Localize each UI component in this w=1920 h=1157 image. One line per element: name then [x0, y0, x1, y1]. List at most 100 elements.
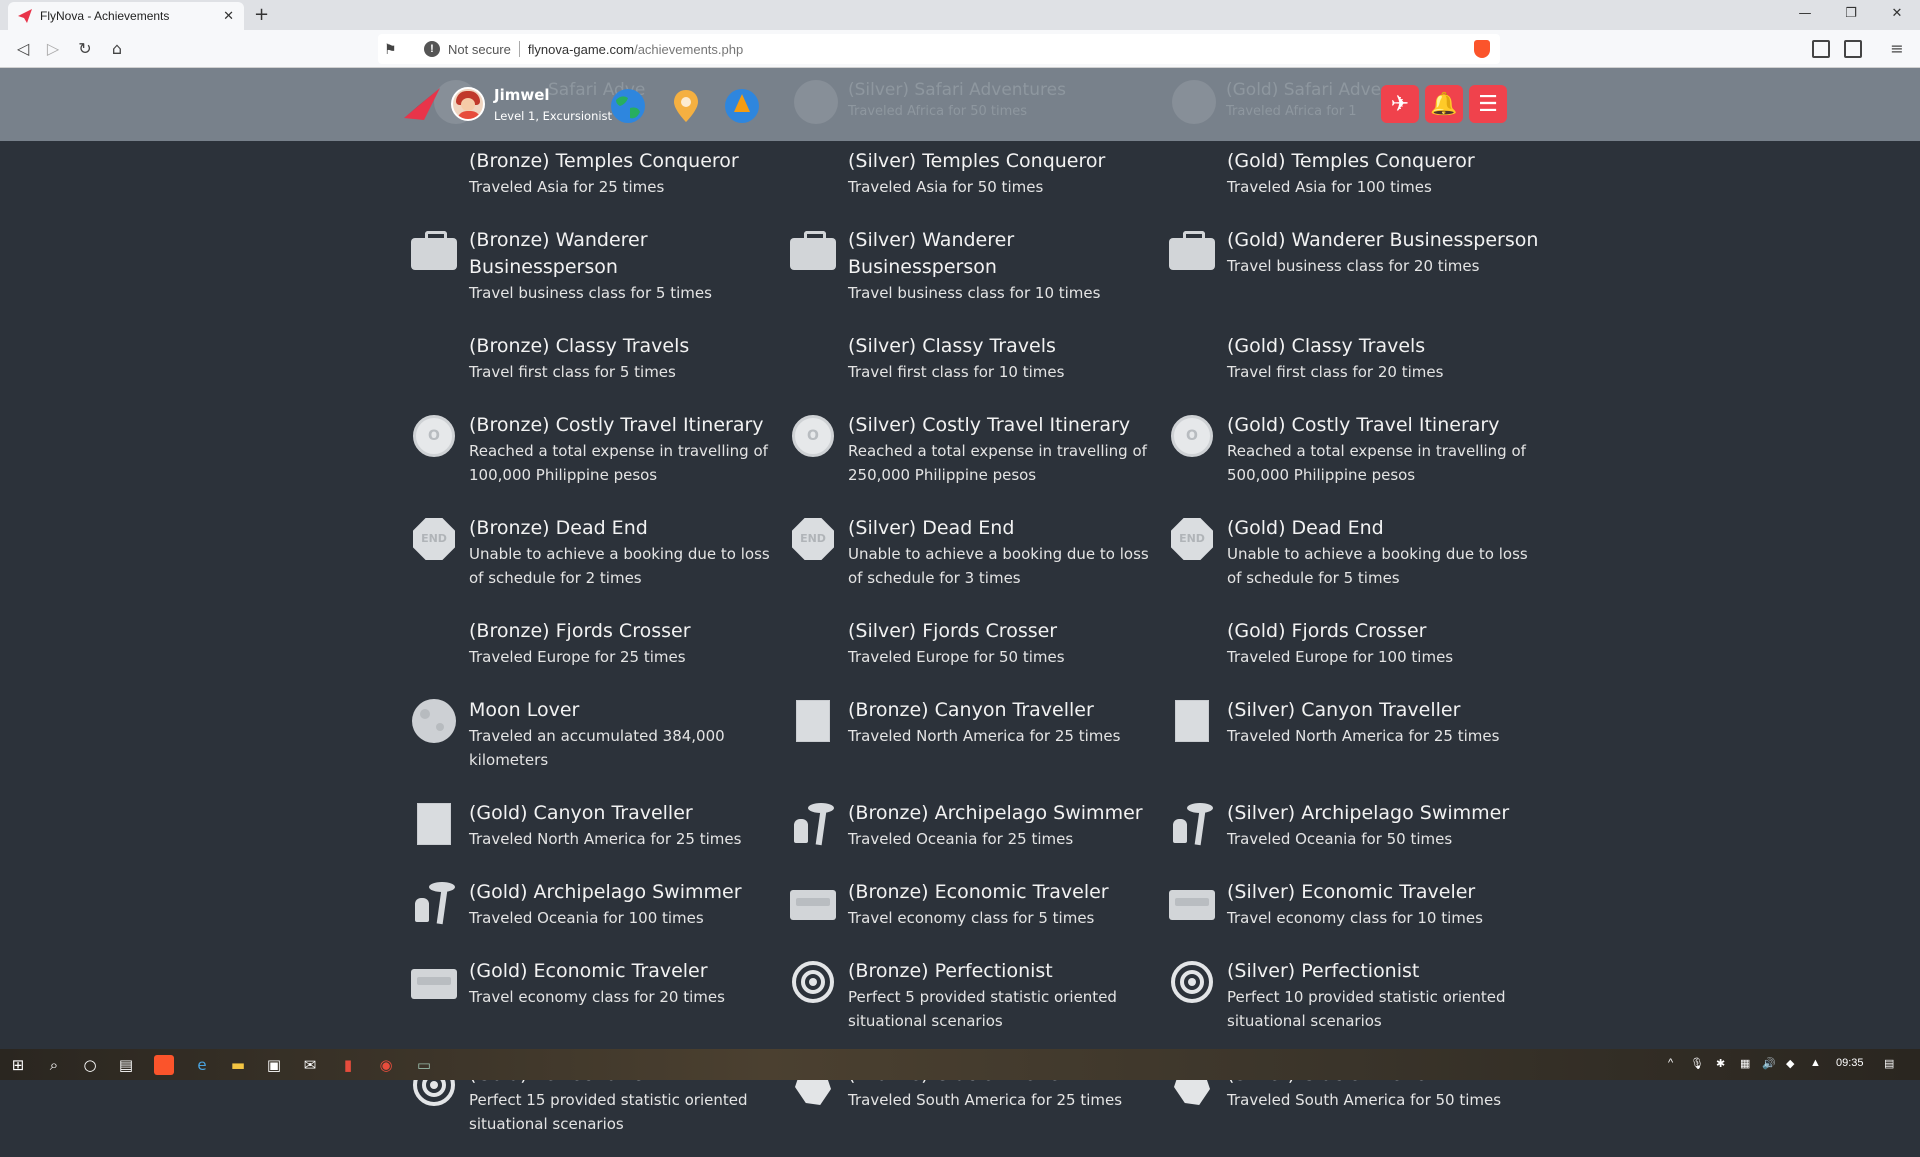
file-explorer-icon[interactable]: ▬ [228, 1055, 248, 1075]
target-icon [1167, 958, 1217, 1006]
palm-icon [788, 800, 838, 848]
achievement-item: (Bronze) Fjords Crosser Traveled Europe f… [409, 611, 788, 690]
browser-tab-bar: FlyNova - Achievements ✕ + — ❐ ✕ [0, 0, 1920, 30]
achievement-item: (Bronze) Temples Conqueror Traveled Asia … [409, 141, 788, 220]
target-icon [788, 958, 838, 1006]
reader-mode-icon[interactable] [1844, 40, 1862, 58]
achievement-description: Reached a total expense in travelling of… [848, 442, 1147, 484]
achievement-name: (Bronze) Fjords Crosser [469, 620, 691, 642]
achievement-item: (Gold) Economic Traveler Travel economy c… [409, 951, 788, 1054]
browser-menu-icon[interactable]: ≡ [1886, 38, 1908, 60]
browser-tab[interactable]: FlyNova - Achievements ✕ [8, 2, 244, 30]
brave-browser-icon[interactable] [154, 1055, 174, 1075]
terminal-icon[interactable]: ▭ [414, 1055, 434, 1075]
achievement-name: (Silver) Wanderer Businessperson [848, 229, 1015, 278]
clock[interactable]: 09:35 [1836, 1057, 1864, 1069]
home-icon[interactable]: ⌂ [106, 38, 128, 60]
achievement-description: Traveled Oceania for 25 times [848, 830, 1074, 848]
seat-icon [409, 958, 459, 1006]
achievement-name: (Gold) Economic Traveler [469, 960, 708, 982]
stop-icon: END [788, 515, 838, 563]
map-pin-icon[interactable] [668, 88, 704, 124]
page-header: Safari Adve (Silver) Safari Adventures Tr… [0, 68, 1920, 141]
url-host: flynova-game.com [527, 41, 635, 57]
task-view-icon[interactable]: ▤ [116, 1055, 136, 1075]
brave-shield-icon[interactable] [1474, 40, 1490, 58]
ghost-achievement-icon [1172, 80, 1216, 124]
windows-start-icon[interactable]: ⊞ [8, 1055, 28, 1075]
achievement-description: Traveled South America for 50 times [1227, 1091, 1502, 1109]
achievement-description: Travel first class for 5 times [469, 363, 676, 381]
achievement-description: Traveled North America for 25 times [1227, 727, 1500, 745]
achievement-description: Travel business class for 20 times [1227, 257, 1480, 275]
coin-icon: O [409, 412, 459, 460]
reload-icon[interactable]: ↻ [74, 38, 96, 60]
search-icon[interactable]: ⌕ [44, 1055, 64, 1075]
nvidia-icon[interactable]: ▲ [1810, 1057, 1821, 1069]
avatar[interactable] [451, 87, 485, 121]
achievement-name: (Bronze) Temples Conqueror [469, 150, 739, 172]
window-close-button[interactable]: ✕ [1874, 0, 1920, 30]
window-maximize-button[interactable]: ❐ [1828, 0, 1874, 30]
separator [518, 41, 520, 57]
mail-icon[interactable]: ✉ [300, 1055, 320, 1075]
globe-icon[interactable] [610, 88, 646, 124]
recorder-icon[interactable]: ◉ [376, 1055, 396, 1075]
achievement-item: (Gold) Archipelago Swimmer Traveled Ocean… [409, 872, 788, 951]
bluetooth-icon[interactable]: ✱ [1716, 1057, 1725, 1070]
flight-button[interactable]: ✈ [1381, 85, 1419, 123]
bookmark-icon[interactable]: ⚑ [384, 41, 406, 58]
tray-chevron-icon[interactable]: ^ [1668, 1057, 1673, 1069]
achievement-item: (Bronze) Classy Travels Travel first clas… [409, 326, 788, 405]
achievement-item: (Gold) Classy Travels Travel first class … [1167, 326, 1539, 405]
achievement-description: Travel economy class for 20 times [469, 988, 725, 1006]
achievement-name: (Bronze) Costly Travel Itinerary [469, 414, 764, 436]
achievement-description: Travel economy class for 5 times [848, 909, 1095, 927]
achievement-name: (Silver) Classy Travels [848, 335, 1056, 357]
cortana-icon[interactable]: ○ [80, 1055, 100, 1075]
achievement-item: O (Silver) Costly Travel Itinerary Reached… [788, 405, 1167, 508]
edge-icon[interactable]: e [192, 1055, 212, 1075]
achievement-item: END (Gold) Dead End Unable to achieve a bo… [1167, 508, 1539, 611]
achievement-item: (Bronze) Perfectionist Perfect 5 provided… [788, 951, 1167, 1054]
address-bar[interactable]: ⚑ ! Not secure flynova-game.com/achievem… [378, 34, 1500, 64]
info-icon[interactable]: ! [424, 41, 440, 57]
achievement-name: (Gold) Fjords Crosser [1227, 620, 1427, 642]
achievement-item: (Silver) Perfectionist Perfect 10 provide… [1167, 951, 1539, 1054]
achievement-item: (Gold) Canyon Traveller Traveled North Am… [409, 793, 788, 872]
achievement-item: (Gold) Wanderer Businessperson Travel bus… [1167, 220, 1539, 326]
tab-close-icon[interactable]: ✕ [223, 9, 234, 24]
settings-menu-button[interactable]: ☰ [1469, 85, 1507, 123]
office-icon[interactable]: ▮ [338, 1055, 358, 1075]
notification-center-icon[interactable]: ▤ [1884, 1057, 1894, 1070]
volume-icon[interactable]: 🔊 [1762, 1057, 1776, 1070]
antivirus-icon[interactable]: ◆ [1786, 1057, 1794, 1070]
tab-title: FlyNova - Achievements [40, 9, 170, 23]
achievement-badge-icon[interactable] [724, 88, 760, 124]
microphone-icon[interactable]: 🎙 [1690, 1057, 1704, 1070]
qr-code-icon[interactable] [1812, 40, 1830, 58]
achievement-name: (Bronze) Wanderer Businessperson [469, 229, 648, 278]
achievement-description: Traveled Oceania for 100 times [469, 909, 704, 927]
back-icon[interactable]: ◁ [12, 38, 34, 60]
new-tab-button[interactable]: + [254, 4, 269, 25]
username[interactable]: Jimwel [494, 86, 550, 104]
achievement-item: (Bronze) Archipelago Swimmer Traveled Oce… [788, 793, 1167, 872]
flynova-logo-icon[interactable] [404, 88, 440, 120]
network-icon[interactable]: ▦ [1740, 1057, 1750, 1070]
achievement-item: END (Bronze) Dead End Unable to achieve a … [409, 508, 788, 611]
ghost-achievement: (Gold) Safari Adve Traveled Africa for 1 [1226, 80, 1382, 119]
achievement-item: (Bronze) Economic Traveler Travel economy… [788, 872, 1167, 951]
store-icon[interactable]: ▣ [264, 1055, 284, 1075]
window-minimize-button[interactable]: — [1782, 0, 1828, 30]
achievement-name: (Gold) Classy Travels [1227, 335, 1426, 357]
forward-icon[interactable]: ▷ [42, 38, 64, 60]
achievement-description: Traveled Asia for 100 times [1227, 178, 1432, 196]
circle-icon [788, 333, 838, 381]
achievement-item: (Silver) Archipelago Swimmer Traveled Oce… [1167, 793, 1539, 872]
achievement-name: (Bronze) Archipelago Swimmer [848, 802, 1143, 824]
achievement-name: (Silver) Perfectionist [1227, 960, 1420, 982]
canyon-icon [409, 800, 459, 848]
suitcase-icon [788, 227, 838, 275]
notification-bell-button[interactable]: 🔔 [1425, 85, 1463, 123]
